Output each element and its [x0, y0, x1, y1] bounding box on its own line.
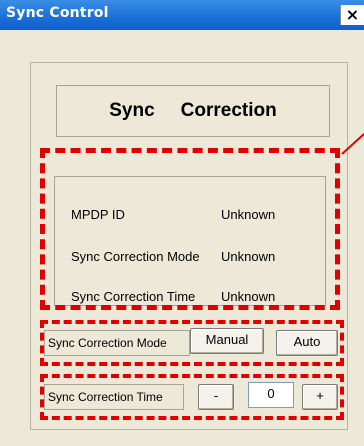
manual-button[interactable]: Manual	[190, 328, 264, 354]
time-value-input[interactable]: 0	[248, 382, 294, 408]
mode-label: Sync Correction Mode	[44, 330, 190, 356]
time-label: Sync Correction Time	[44, 384, 184, 410]
close-icon: ×	[345, 5, 360, 24]
heading-box: Sync Correction	[56, 85, 330, 137]
title-bar[interactable]: Sync Control ×	[0, 0, 364, 30]
close-button[interactable]: ×	[340, 5, 364, 25]
highlight-status-box	[40, 148, 340, 310]
window-title: Sync Control	[6, 5, 109, 21]
callout-arrow-icon	[341, 133, 364, 155]
heading-word-correction: Correction	[180, 100, 277, 121]
auto-button[interactable]: Auto	[276, 330, 338, 356]
heading-word-sync: Sync	[109, 100, 155, 121]
decrement-button[interactable]: -	[198, 384, 234, 410]
increment-button[interactable]: +	[302, 384, 338, 410]
